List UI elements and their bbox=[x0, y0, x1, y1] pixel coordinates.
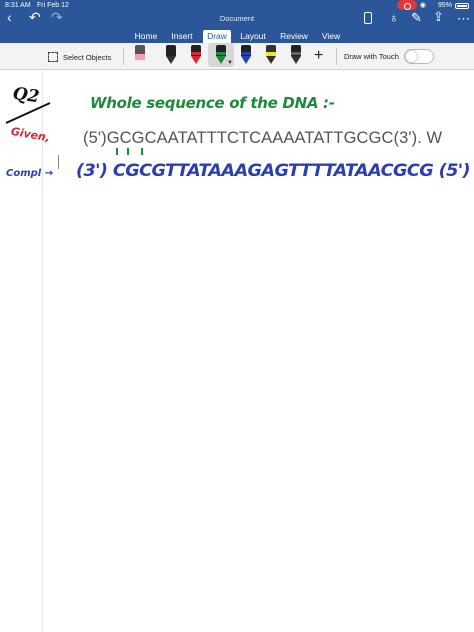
sequence-heading: Whole sequence of the DNA :- bbox=[90, 94, 335, 112]
more-icon[interactable]: ⋯ bbox=[457, 11, 470, 27]
question-label: Q2 bbox=[11, 84, 40, 108]
complement-label: Compl → bbox=[6, 168, 53, 179]
tab-layout[interactable]: Layout bbox=[236, 30, 270, 43]
status-battery: 95% bbox=[437, 2, 452, 9]
black-pen-icon[interactable] bbox=[162, 43, 180, 67]
tick-marks bbox=[116, 148, 143, 155]
ribbon-tabs: Home Insert Draw Layout Review View bbox=[0, 30, 474, 43]
pencil-icon[interactable] bbox=[287, 43, 305, 67]
toolbar-divider bbox=[336, 48, 337, 65]
lightbulb-icon[interactable]: ♁ bbox=[389, 10, 399, 25]
draw-toolbar: Select Objects bbox=[0, 43, 474, 70]
red-pen-icon[interactable] bbox=[187, 43, 205, 67]
document-title: Document bbox=[219, 14, 255, 23]
complement-strand: (3') CGCGTTATAAAGAGTTTTATAACGCG (5') bbox=[76, 161, 470, 181]
edit-icon[interactable]: ✎ bbox=[411, 10, 422, 26]
title-bar: 8:31 AM Fri Feb 12 ◉ 95% ‹ ↶ ↷ Document … bbox=[0, 0, 474, 43]
blue-pen-icon[interactable] bbox=[237, 43, 255, 67]
battery-icon bbox=[455, 3, 469, 9]
tab-review[interactable]: Review bbox=[276, 30, 312, 43]
add-tool-button[interactable]: + bbox=[314, 48, 323, 64]
draw-with-touch-toggle[interactable] bbox=[404, 49, 434, 64]
screen-record-icon bbox=[397, 0, 417, 10]
eraser-icon[interactable] bbox=[131, 43, 149, 67]
wifi-icon: ◉ bbox=[419, 2, 426, 9]
select-objects-icon bbox=[48, 52, 58, 62]
share-icon[interactable]: ⇪ bbox=[433, 9, 444, 25]
phone-view-icon[interactable] bbox=[364, 12, 372, 24]
status-time: 8:31 AM bbox=[5, 2, 31, 9]
highlighter-icon[interactable] bbox=[262, 43, 280, 67]
tab-view[interactable]: View bbox=[317, 30, 345, 43]
document-canvas[interactable]: (5')GCGCAATATTTCTCAAAATATTGCGC(3'). W Q2… bbox=[0, 71, 474, 632]
handwriting-layer: Q2 Given, Whole sequence of the DNA :- C… bbox=[5, 84, 471, 181]
draw-with-touch-label: Draw with Touch bbox=[344, 52, 399, 61]
tab-insert[interactable]: Insert bbox=[166, 30, 198, 43]
tab-draw[interactable]: Draw bbox=[203, 30, 231, 43]
given-label: Given, bbox=[10, 125, 51, 145]
chevron-down-icon[interactable]: ▼ bbox=[227, 60, 233, 66]
select-objects-label: Select Objects bbox=[63, 52, 112, 62]
underline-stroke bbox=[5, 102, 51, 124]
tab-home[interactable]: Home bbox=[131, 30, 161, 43]
toolbar-divider bbox=[123, 48, 124, 65]
select-objects-button[interactable]: Select Objects bbox=[48, 50, 111, 64]
status-date: Fri Feb 12 bbox=[37, 2, 69, 9]
